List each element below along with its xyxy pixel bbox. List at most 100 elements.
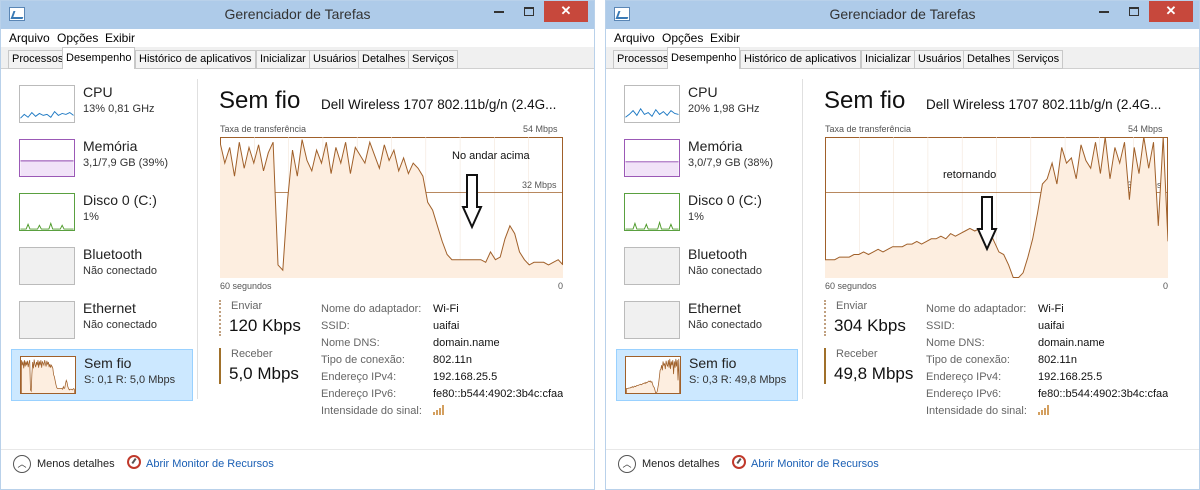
sidebar-item-title: Ethernet <box>688 300 741 316</box>
tab-inicializar[interactable]: Inicializar <box>861 50 915 69</box>
prop-value: Wi-Fi <box>433 303 459 315</box>
minimize-button[interactable] <box>486 1 512 22</box>
sidebar-item-sub: 3,1/7,9 GB (39%) <box>83 157 168 169</box>
tab-detalhes[interactable]: Detalhes <box>358 50 410 69</box>
sidebar-item-memory[interactable]: Memória 3,0/7,9 GB (38%) <box>616 133 798 185</box>
cpu-thumbnail <box>624 85 680 123</box>
prop-key: SSID: <box>926 320 955 332</box>
sidebar-item-title: CPU <box>83 84 113 100</box>
sidebar-item-bluetooth[interactable]: Bluetooth Não conectado <box>11 241 193 293</box>
open-resource-monitor-link[interactable]: Abrir Monitor de Recursos <box>146 458 274 470</box>
resource-monitor-icon <box>127 455 141 469</box>
menu-exibir[interactable]: Exibir <box>105 31 135 45</box>
minimize-button[interactable] <box>1091 1 1117 22</box>
tab-desempenho[interactable]: Desempenho <box>62 47 136 70</box>
sidebar-item-bluetooth[interactable]: Bluetooth Não conectado <box>616 241 798 293</box>
send-stat: Enviar 304 Kbps <box>824 300 906 336</box>
wifi-thumbnail <box>625 356 681 394</box>
send-value: 304 Kbps <box>834 316 906 335</box>
tab-desempenho[interactable]: Desempenho <box>667 47 741 70</box>
bluetooth-thumbnail <box>19 247 75 285</box>
chevron-up-icon: ︿ <box>622 459 632 469</box>
footer-bar: ︿ Menos detalhes Abrir Monitor de Recurs… <box>1 449 594 479</box>
prop-key: Endereço IPv6: <box>321 388 397 400</box>
sidebar-item-ethernet[interactable]: Ethernet Não conectado <box>11 295 193 347</box>
send-value: 120 Kbps <box>229 316 301 335</box>
prop-value: uaifai <box>433 320 460 332</box>
maximize-button[interactable] <box>516 1 542 22</box>
sidebar-item-title: Ethernet <box>83 300 136 316</box>
menu-arquivo[interactable]: Arquivo <box>614 31 655 45</box>
chart-max-label: 54 Mbps <box>1128 124 1163 134</box>
prop-key: Nome DNS: <box>321 337 380 349</box>
prop-key: Endereço IPv4: <box>926 371 1002 383</box>
menu-opcoes[interactable]: Opções <box>57 31 98 45</box>
minimize-icon <box>494 10 504 13</box>
sidebar-item-disk[interactable]: Disco 0 (C:) 1% <box>616 187 798 239</box>
sidebar-item-disk[interactable]: Disco 0 (C:) 1% <box>11 187 193 239</box>
close-icon: ✕ <box>1165 3 1177 18</box>
tab-processos[interactable]: Processos <box>8 50 68 69</box>
sidebar-item-title: Memória <box>83 138 138 154</box>
fewer-details-link[interactable]: Menos detalhes <box>642 458 720 470</box>
tab-processos[interactable]: Processos <box>613 50 673 69</box>
sidebar-item-wifi[interactable]: Sem fio S: 0,1 R: 5,0 Mbps <box>11 349 193 401</box>
sidebar-item-memory[interactable]: Memória 3,1/7,9 GB (39%) <box>11 133 193 185</box>
sidebar-divider <box>802 79 803 399</box>
maximize-icon <box>524 7 534 17</box>
menu-arquivo[interactable]: Arquivo <box>9 31 50 45</box>
receive-label: Receber <box>231 348 273 360</box>
tab-usuarios[interactable]: Usuários <box>914 50 966 69</box>
prop-value: domain.name <box>433 337 500 349</box>
sidebar-divider <box>197 79 198 399</box>
adapter-name: Dell Wireless 1707 802.11b/g/n (2.4G... <box>926 97 1162 112</box>
tab-servicos[interactable]: Serviços <box>1013 50 1064 69</box>
sidebar-item-cpu[interactable]: CPU 20% 1,98 GHz <box>616 79 798 131</box>
title-bar[interactable]: Gerenciador de Tarefas ✕ <box>606 1 1199 29</box>
sidebar-item-ethernet[interactable]: Ethernet Não conectado <box>616 295 798 347</box>
ethernet-thumbnail <box>624 301 680 339</box>
sidebar-item-sub: 1% <box>83 211 99 223</box>
tab-inicializar[interactable]: Inicializar <box>256 50 310 69</box>
tab-detalhes[interactable]: Detalhes <box>963 50 1015 69</box>
tab-historico[interactable]: Histórico de aplicativos <box>740 50 861 69</box>
tab-bar: Processos Desempenho Histórico de aplica… <box>1 47 594 70</box>
close-icon: ✕ <box>560 3 572 18</box>
resource-monitor-icon <box>732 455 746 469</box>
menu-opcoes[interactable]: Opções <box>662 31 703 45</box>
sidebar-item-wifi[interactable]: Sem fio S: 0,3 R: 49,8 Mbps <box>616 349 798 401</box>
fewer-details-link[interactable]: Menos detalhes <box>37 458 115 470</box>
tab-usuarios[interactable]: Usuários <box>309 50 361 69</box>
prop-key: Nome DNS: <box>926 337 985 349</box>
prop-value: Wi-Fi <box>1038 303 1064 315</box>
sidebar-item-sub: 13% 0,81 GHz <box>83 103 155 115</box>
close-button[interactable]: ✕ <box>1149 1 1193 22</box>
chart-mid-label: 32 Mbps <box>522 180 557 190</box>
cpu-thumbnail <box>19 85 75 123</box>
prop-value: 802.11n <box>433 354 472 366</box>
tab-servicos[interactable]: Serviços <box>408 50 459 69</box>
disk-thumbnail <box>19 193 75 231</box>
chart-time-label: 60 segundos <box>825 281 877 291</box>
sidebar-item-cpu[interactable]: CPU 13% 0,81 GHz <box>11 79 193 131</box>
fewer-details-button[interactable]: ︿ <box>13 455 31 473</box>
prop-key: Intensidade do sinal: <box>926 405 1027 417</box>
menu-exibir[interactable]: Exibir <box>710 31 740 45</box>
open-resource-monitor-link[interactable]: Abrir Monitor de Recursos <box>751 458 879 470</box>
signal-bars-icon <box>1038 405 1049 415</box>
sidebar-item-sub: Não conectado <box>83 265 157 277</box>
sidebar-item-title: CPU <box>688 84 718 100</box>
chart-max-label: 54 Mbps <box>523 124 558 134</box>
menu-bar: Arquivo Opções Exibir <box>1 29 594 47</box>
maximize-button[interactable] <box>1121 1 1147 22</box>
wifi-thumbnail <box>20 356 76 394</box>
tab-historico[interactable]: Histórico de aplicativos <box>135 50 256 69</box>
sidebar-item-title: Bluetooth <box>83 246 143 262</box>
chart-caption: Taxa de transferência <box>825 124 912 134</box>
prop-key: Tipo de conexão: <box>321 354 405 366</box>
task-manager-window: Gerenciador de Tarefas ✕ Arquivo Opções … <box>605 0 1200 490</box>
title-bar[interactable]: Gerenciador de Tarefas ✕ <box>1 1 594 29</box>
fewer-details-button[interactable]: ︿ <box>618 455 636 473</box>
close-button[interactable]: ✕ <box>544 1 588 22</box>
sidebar-item-sub: Não conectado <box>688 319 762 331</box>
